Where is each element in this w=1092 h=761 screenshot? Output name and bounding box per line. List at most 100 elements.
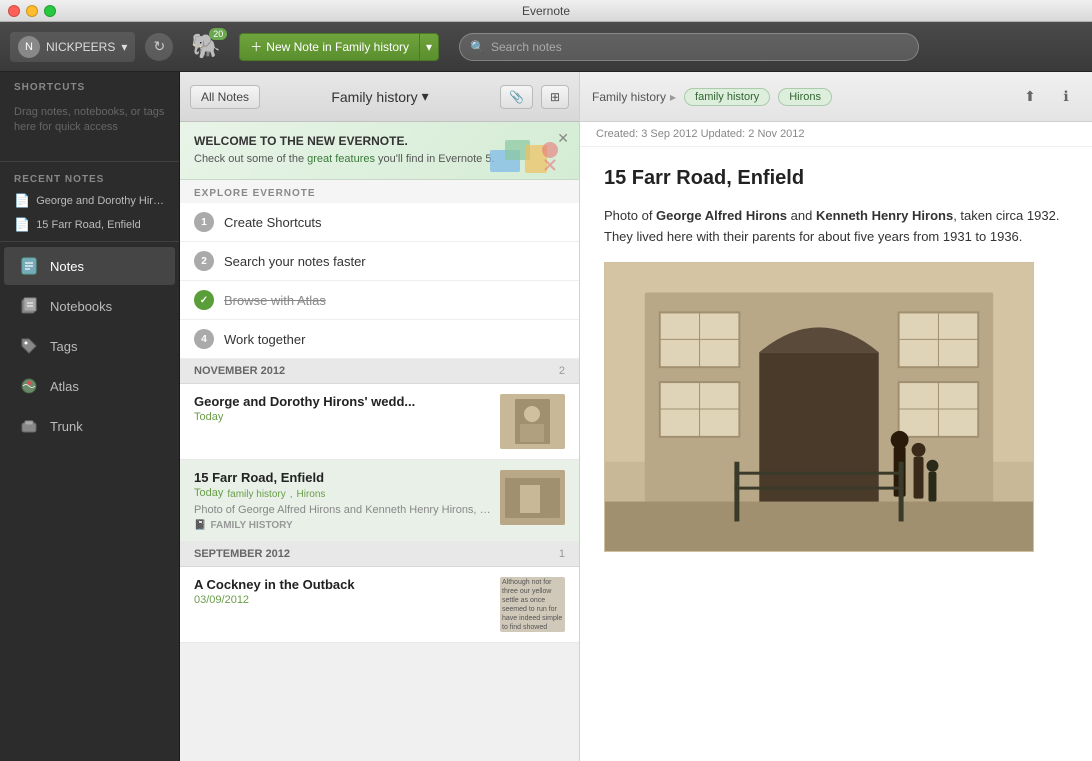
note-title: A Cockney in the Outback — [194, 577, 492, 592]
step-number-3: ✓ — [194, 290, 214, 310]
minimize-button[interactable] — [26, 5, 38, 17]
sort-button[interactable]: 📎 — [500, 85, 533, 109]
note-photo — [604, 262, 1034, 552]
step-label-2: Search your notes faster — [224, 254, 366, 269]
note-content: 15 Farr Road, Enfield Photo of George Al… — [580, 147, 1092, 761]
breadcrumb[interactable]: Family history ▸ — [592, 90, 676, 104]
content-area: SHORTCUTS Drag notes, notebooks, or tags… — [0, 72, 1092, 761]
note-detail-header: Family history ▸ family history Hirons ⬆… — [580, 72, 1092, 122]
user-label: NICKPEERS — [46, 40, 115, 54]
sync-button[interactable]: ↻ — [145, 33, 173, 61]
note-list-item-wedding[interactable]: George and Dorothy Hirons' wedd... Today — [180, 384, 579, 460]
notebook-selector[interactable]: Family history ▾ — [268, 88, 492, 105]
step-item-1[interactable]: 1 Create Shortcuts — [180, 203, 579, 242]
note-list-item-cockney[interactable]: A Cockney in the Outback 03/09/2012 As w… — [180, 567, 579, 643]
sidebar-item-atlas[interactable]: Atlas — [4, 367, 175, 405]
title-bar: Evernote — [0, 0, 1092, 22]
sidebar-item-label: Trunk — [50, 419, 83, 434]
month-header-sep: SEPTEMBER 2012 1 — [180, 542, 579, 567]
month-label: NOVEMBER 2012 — [194, 365, 285, 377]
note-meta: Created: 3 Sep 2012 Updated: 2 Nov 2012 — [580, 122, 1092, 147]
cockney-text-preview: As with matches in Surrey, been joined c… — [500, 577, 565, 632]
note-body-name2: Kenneth Henry Hirons — [816, 208, 953, 223]
new-note-main[interactable]: ＋ New Note in Family history — [240, 34, 420, 60]
info-icon: ℹ — [1063, 88, 1068, 105]
note-body-name1: George Alfred Hirons — [656, 208, 787, 223]
sidebar-item-trunk[interactable]: Trunk — [4, 407, 175, 445]
notebook-arrow-icon: ▾ — [422, 88, 429, 105]
note-list-item-farr-road[interactable]: 15 Farr Road, Enfield Today family histo… — [180, 460, 579, 542]
step-list: 1 Create Shortcuts 2 Search your notes f… — [180, 203, 579, 359]
note-preview: Photo of George Alfred Hirons and Kennet… — [194, 504, 492, 516]
recent-notes-title: RECENT NOTES — [0, 166, 179, 189]
plus-icon: ＋ — [250, 38, 262, 55]
new-note-label: New Note in Family history — [266, 40, 409, 54]
note-tag-1: family history — [227, 489, 285, 500]
search-icon: 🔍 — [470, 40, 485, 54]
tag-chip-family-history[interactable]: family history — [684, 88, 770, 106]
close-button[interactable] — [8, 5, 20, 17]
new-note-dropdown[interactable]: ▾ — [420, 34, 438, 60]
notes-icon — [18, 255, 40, 277]
all-notes-button[interactable]: All Notes — [190, 85, 260, 109]
step-number-4: 4 — [194, 329, 214, 349]
new-note-button[interactable]: ＋ New Note in Family history ▾ — [239, 33, 439, 61]
note-body-intro: Photo of — [604, 208, 656, 223]
view-icon: ⊞ — [550, 90, 560, 104]
breadcrumb-arrow-icon: ▸ — [670, 90, 676, 104]
step-item-3[interactable]: ✓ Browse with Atlas — [180, 281, 579, 320]
note-notebook-label: 📓 FAMILY HISTORY — [194, 520, 492, 531]
sidebar-divider-1 — [0, 161, 179, 162]
notebook-name-label: FAMILY HISTORY — [210, 520, 292, 531]
note-tag-sep: , — [290, 489, 293, 500]
atlas-icon — [18, 375, 40, 397]
step-label-3: Browse with Atlas — [224, 293, 326, 308]
recent-note-label: George and Dorothy Hiro... — [36, 195, 165, 207]
sidebar: SHORTCUTS Drag notes, notebooks, or tags… — [0, 72, 180, 761]
chevron-down-icon: ▾ — [121, 40, 127, 54]
notes-panel: All Notes Family history ▾ 📎 ⊞ ✕ — [180, 72, 580, 761]
maximize-button[interactable] — [44, 5, 56, 17]
info-button[interactable]: ℹ — [1052, 83, 1080, 111]
sidebar-item-label: Notebooks — [50, 299, 112, 314]
user-button[interactable]: N NICKPEERS ▾ — [10, 32, 135, 62]
shortcuts-title: SHORTCUTS — [0, 72, 179, 97]
step-label-4: Work together — [224, 332, 305, 347]
view-button[interactable]: ⊞ — [541, 85, 569, 109]
note-list-content: 15 Farr Road, Enfield Today family histo… — [194, 470, 492, 531]
share-icon: ⬆ — [1024, 88, 1036, 105]
sidebar-item-label: Atlas — [50, 379, 79, 394]
step-label-1: Create Shortcuts — [224, 215, 322, 230]
notebook-name: Family history — [331, 89, 417, 105]
trunk-icon — [18, 415, 40, 437]
note-icon: 📄 — [14, 193, 30, 209]
sidebar-item-notes[interactable]: Notes — [4, 247, 175, 285]
sidebar-item-label: Tags — [50, 339, 77, 354]
notebooks-icon — [18, 295, 40, 317]
search-bar[interactable]: 🔍 — [459, 33, 919, 61]
note-list-content: A Cockney in the Outback 03/09/2012 — [194, 577, 492, 632]
recent-note-item-1[interactable]: 📄 George and Dorothy Hiro... — [0, 189, 179, 213]
note-title-display: 15 Farr Road, Enfield — [604, 167, 1068, 190]
dropdown-arrow-icon: ▾ — [426, 40, 432, 54]
step-number-1: 1 — [194, 212, 214, 232]
shortcuts-drop-area: Drag notes, notebooks, or tags here for … — [0, 97, 179, 157]
share-button[interactable]: ⬆ — [1016, 83, 1044, 111]
notes-panel-header: All Notes Family history ▾ 📎 ⊞ — [180, 72, 579, 122]
step-item-2[interactable]: 2 Search your notes faster — [180, 242, 579, 281]
note-detail: Family history ▸ family history Hirons ⬆… — [580, 72, 1092, 761]
recent-note-item-2[interactable]: 📄 15 Farr Road, Enfield — [0, 213, 179, 237]
sidebar-item-tags[interactable]: Tags — [4, 327, 175, 365]
elephant-button[interactable]: 🐘 20 — [191, 32, 221, 61]
tag-chip-hirons[interactable]: Hirons — [778, 88, 832, 106]
note-date: Today — [194, 411, 492, 423]
note-thumbnail: As with matches in Surrey, been joined c… — [500, 577, 565, 632]
breadcrumb-notebook: Family history — [592, 90, 666, 104]
recent-note-label: 15 Farr Road, Enfield — [36, 219, 165, 231]
note-body-and: and — [787, 208, 816, 223]
notebook-icon: 📓 — [194, 520, 206, 531]
sidebar-item-notebooks[interactable]: Notebooks — [4, 287, 175, 325]
search-input[interactable] — [491, 40, 908, 54]
sidebar-item-label: Notes — [50, 259, 84, 274]
step-item-4[interactable]: 4 Work together — [180, 320, 579, 359]
